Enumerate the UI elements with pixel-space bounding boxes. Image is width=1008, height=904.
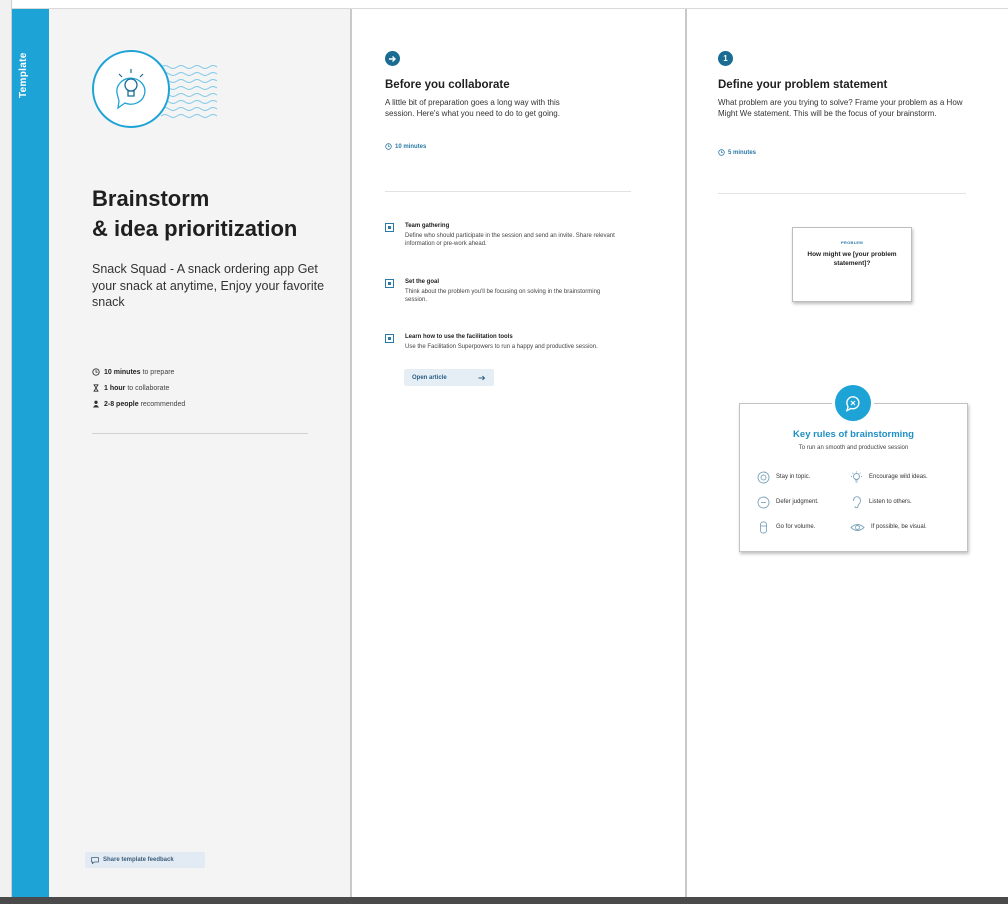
rule-defer-judgment: Defer judgment.: [757, 495, 819, 509]
clock-icon: [718, 149, 725, 156]
rules-title: Key rules of brainstorming: [793, 429, 914, 440]
section-description: What problem are you trying to solve? Fr…: [718, 98, 963, 118]
rule-stay-in-topic: Stay in topic.: [757, 470, 810, 484]
template-tag-strip: [12, 9, 49, 897]
ear-icon: [853, 495, 861, 508]
rules-subtitle: To run an smooth and productive session: [798, 445, 909, 451]
collaborate-time: 1 hour to collaborate: [92, 380, 322, 396]
chat-icon: [91, 856, 99, 864]
rules-badge: [832, 382, 874, 424]
task-checkbox[interactable]: [385, 334, 394, 343]
hourglass-icon: [93, 384, 99, 392]
template-tag: Template: [18, 52, 29, 98]
task-checkbox[interactable]: [385, 279, 394, 288]
section-divider: [385, 191, 631, 192]
arrow-right-icon: [478, 375, 486, 380]
rule-listen: Listen to others.: [850, 495, 912, 509]
arrow-right-icon: [389, 55, 396, 62]
step-number-badge: 1: [718, 51, 733, 66]
section-title: Before you collaborate: [385, 79, 510, 91]
lightbulb-icon: [851, 471, 862, 482]
open-article-button[interactable]: Open article: [404, 369, 494, 386]
eye-icon: [850, 523, 865, 531]
brainstorm-rules-card: Key rules of brainstorming To run an smo…: [739, 403, 968, 552]
card-label: PROBLEM: [840, 240, 864, 245]
rule-visual: If possible, be visual.: [850, 520, 927, 534]
step-arrow-badge: [385, 51, 400, 66]
intro-divider: [92, 433, 308, 434]
rule-volume: Go for volume.: [757, 520, 815, 534]
brain-chat-icon: [845, 396, 860, 412]
problem-statement-card[interactable]: PROBLEM How might we [your problem state…: [792, 227, 912, 302]
person-icon: [93, 400, 99, 408]
share-feedback-button[interactable]: Share template feedback: [85, 852, 205, 868]
intro-panel: Brainstorm & idea prioritization Snack S…: [49, 9, 352, 897]
section-description: A little bit of preparation goes a long …: [385, 98, 560, 118]
people-recommended: 2-8 people recommended: [92, 396, 322, 412]
session-meta: 10 minutes to prepare 1 hour to collabor…: [92, 364, 322, 412]
target-icon: [757, 471, 770, 483]
ban-icon: [757, 496, 770, 508]
section-title: Define your problem statement: [718, 79, 888, 91]
before-you-collaborate-panel: Before you collaborate A little bit of p…: [352, 9, 687, 897]
clock-icon: [385, 143, 392, 150]
task-checkbox[interactable]: [385, 223, 394, 232]
window-left-edge: [0, 0, 12, 904]
clock-icon: [92, 368, 100, 376]
section-time: 10 minutes: [385, 143, 426, 150]
project-description: Snack Squad - A snack ordering app Get y…: [92, 262, 325, 309]
window-bottom-edge: [0, 897, 1008, 904]
problem-question: How might we [your problem statement]?: [807, 251, 897, 267]
page-title: Brainstorm & idea prioritization: [92, 186, 298, 241]
brainstorm-illustration: [89, 49, 239, 129]
define-problem-panel: 1 Define your problem statement What pro…: [687, 9, 1008, 897]
lightbulb-chat-icon: [92, 50, 218, 128]
rule-wild-ideas: Encourage wild ideas.: [850, 470, 928, 484]
prepare-time: 10 minutes to prepare: [92, 364, 322, 380]
section-time: 5 minutes: [718, 149, 756, 156]
section-divider: [718, 193, 966, 194]
window-top-edge: [0, 0, 1008, 9]
volume-icon: [760, 521, 767, 533]
